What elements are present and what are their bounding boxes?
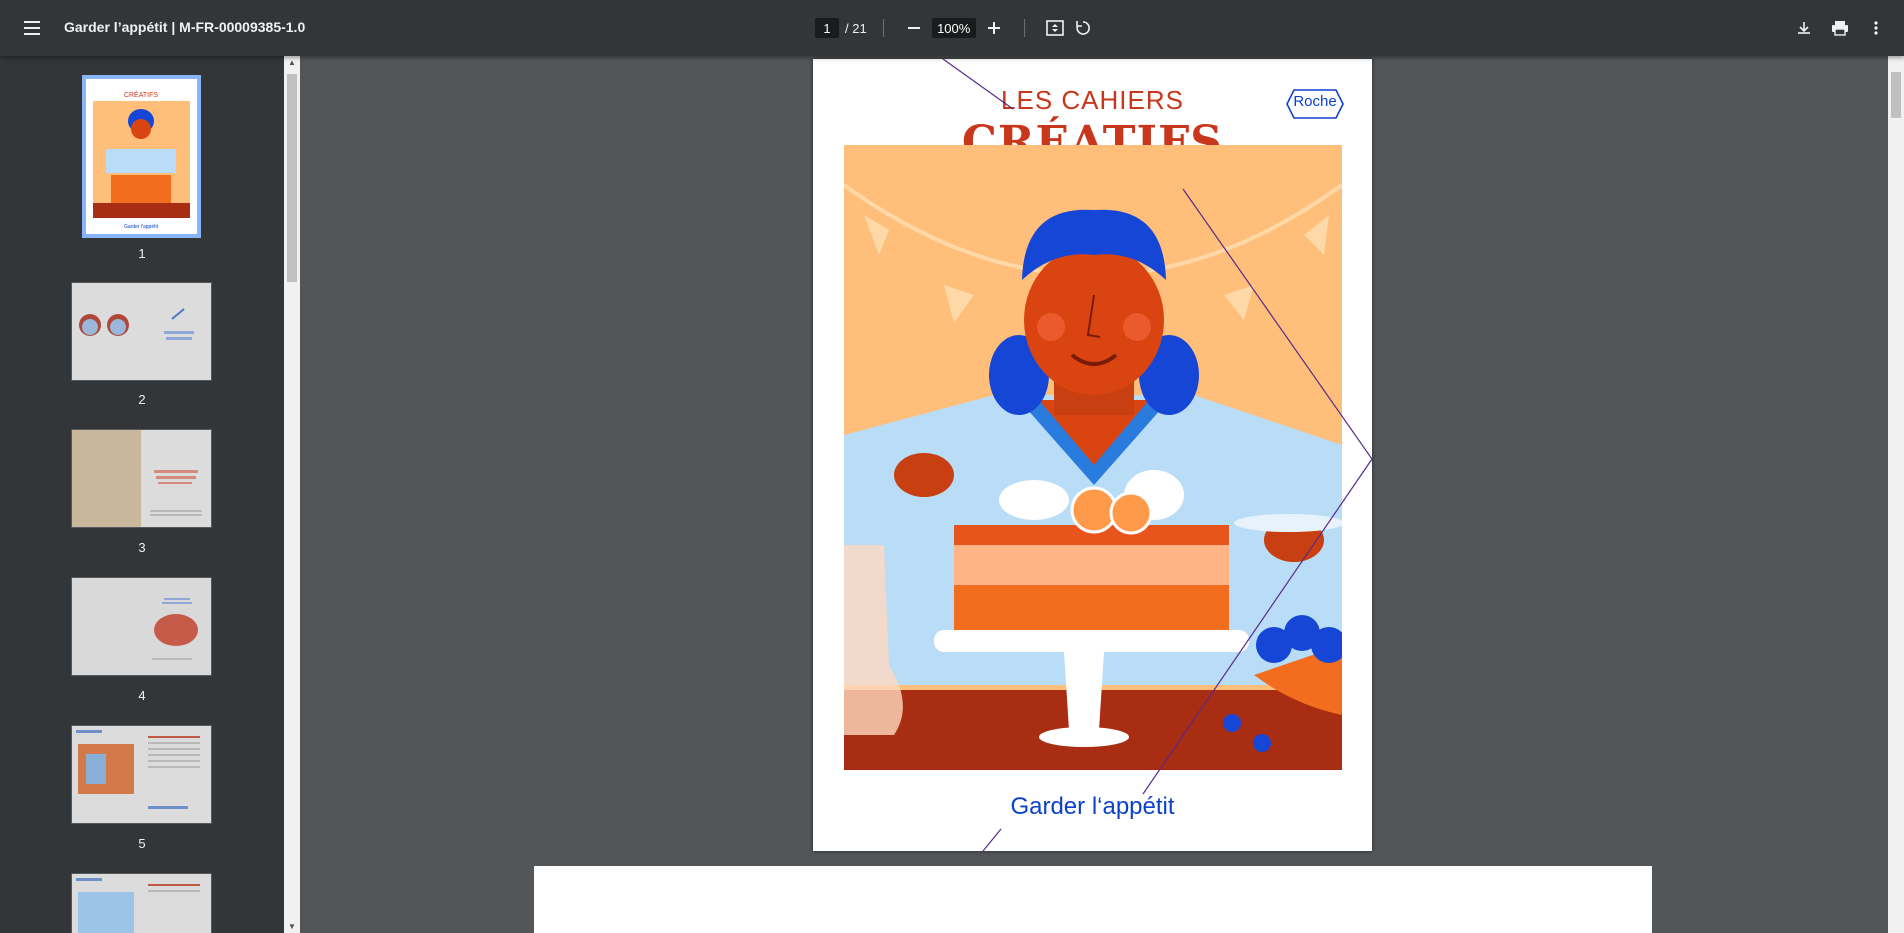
page-thumbnail-image bbox=[72, 578, 211, 675]
cover-thumbnail-image: CRÉATIFS Garder l'appétit bbox=[86, 79, 197, 234]
document-scroll-thumb[interactable] bbox=[1891, 72, 1901, 118]
print-icon bbox=[1832, 21, 1848, 36]
svg-text:CRÉATIFS: CRÉATIFS bbox=[124, 90, 158, 99]
document-title: Garder l’appétit | M-FR-00009385-1.0 bbox=[64, 19, 306, 35]
toolbar-divider bbox=[1023, 19, 1025, 37]
sidebar-scrollbar[interactable]: ▲ ▼ bbox=[284, 56, 300, 933]
svg-text:Garder l'appétit: Garder l'appétit bbox=[124, 224, 159, 230]
more-vert-icon bbox=[1874, 21, 1878, 35]
zoom-input[interactable] bbox=[931, 18, 976, 38]
minus-icon bbox=[907, 27, 920, 29]
document-scrollbar[interactable] bbox=[1888, 56, 1904, 933]
zoom-out-button[interactable] bbox=[900, 14, 928, 42]
thumbnail-sidebar: CRÉATIFS Garder l'appétit 1 2 3 4 5 bbox=[0, 56, 284, 933]
page-controls: / 21 bbox=[815, 15, 1097, 41]
cover-subtitle: Garder l‘appétit bbox=[1010, 793, 1175, 820]
zoom-in-button[interactable] bbox=[980, 14, 1008, 42]
thumbnail-label-1: 1 bbox=[138, 246, 146, 261]
pdf-toolbar: Garder l’appétit | M-FR-00009385-1.0 / 2… bbox=[0, 0, 1904, 56]
download-icon bbox=[1798, 22, 1810, 34]
annotation-lines bbox=[942, 59, 1372, 851]
thumbnail-page-1[interactable]: CRÉATIFS Garder l'appétit bbox=[82, 75, 201, 238]
scroll-up-icon[interactable]: ▲ bbox=[288, 58, 296, 67]
page-number-input[interactable] bbox=[815, 18, 839, 38]
toolbar-divider bbox=[882, 19, 884, 37]
rotate-button[interactable] bbox=[1069, 14, 1097, 42]
fit-page-button[interactable] bbox=[1041, 14, 1069, 42]
toolbar-actions bbox=[1790, 14, 1890, 42]
thumbnail-page-5[interactable] bbox=[71, 725, 212, 824]
rotate-icon bbox=[1075, 21, 1090, 35]
thumbnail-label-5: 5 bbox=[138, 836, 146, 851]
page-thumbnail-image bbox=[72, 430, 211, 527]
download-button[interactable] bbox=[1790, 14, 1818, 42]
thumbnail-label-2: 2 bbox=[138, 392, 146, 407]
sidebar-scroll-thumb[interactable] bbox=[287, 74, 297, 282]
scroll-down-icon[interactable]: ▼ bbox=[288, 922, 296, 931]
page-thumbnail-image bbox=[72, 874, 211, 933]
page-thumbnail-image bbox=[72, 726, 211, 823]
thumbnail-page-3[interactable] bbox=[71, 429, 212, 528]
plus-icon bbox=[987, 22, 1000, 34]
thumbnail-label-4: 4 bbox=[138, 688, 146, 703]
fit-page-icon bbox=[1045, 20, 1064, 36]
page-thumbnail-image bbox=[72, 283, 211, 380]
thumbnail-page-4[interactable] bbox=[71, 577, 212, 676]
more-options-button[interactable] bbox=[1862, 14, 1890, 42]
thumbnail-page-6[interactable] bbox=[71, 873, 212, 933]
menu-icon[interactable] bbox=[20, 17, 44, 39]
thumbnail-label-3: 3 bbox=[138, 540, 146, 555]
pdf-page-2 bbox=[534, 866, 1652, 933]
page-total: / 21 bbox=[845, 20, 867, 36]
pdf-page-1: LES CAHIERS CRÉATIFS Roche Garder l‘appé… bbox=[813, 59, 1372, 851]
print-button[interactable] bbox=[1826, 14, 1854, 42]
thumbnail-page-2[interactable] bbox=[71, 282, 212, 381]
